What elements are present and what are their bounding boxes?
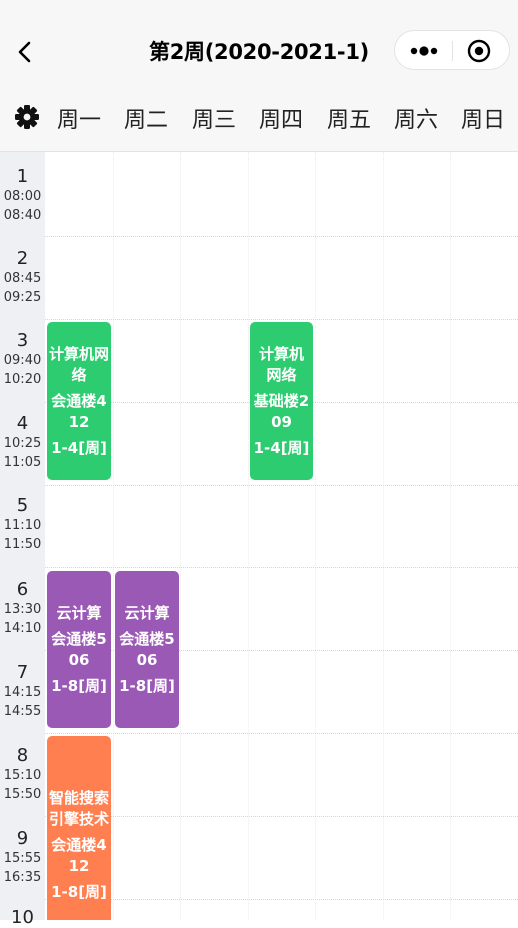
weekday-tue: 周二 — [123, 108, 168, 133]
period-4: 4 10:25 11:05 — [0, 414, 45, 472]
course-card[interactable]: 计算机网络 会通楼412 1-4[周] — [47, 322, 111, 480]
grid-row-line — [45, 567, 518, 568]
period-end: 15:50 — [3, 787, 42, 802]
grid-row-line — [45, 319, 518, 320]
period-end: 09:25 — [3, 290, 42, 305]
period-3: 3 09:40 10:20 — [0, 331, 45, 389]
course-card[interactable]: 云计算 会通楼506 1-8[周] — [47, 571, 111, 728]
grid-column-line — [248, 152, 249, 920]
grid-row-line — [45, 236, 518, 237]
grid-column-line — [180, 152, 181, 920]
course-weeks: 1-8[周] — [119, 677, 175, 695]
weekday-wed: 周三 — [191, 108, 236, 133]
grid-column-line — [450, 152, 451, 920]
period-start: 11:10 — [3, 518, 42, 533]
course-card[interactable]: 计算机网络 基础楼209 1-4[周] — [250, 322, 313, 480]
weekday-fri: 周五 — [326, 108, 371, 133]
course-weeks: 1-4[周] — [253, 439, 310, 457]
period-number: 9 — [16, 828, 29, 849]
period-end: 16:35 — [3, 870, 42, 885]
more-icon[interactable] — [409, 39, 439, 63]
period-number: 7 — [16, 662, 29, 683]
period-end: 11:50 — [3, 537, 42, 552]
grid-column-line — [113, 152, 114, 920]
course-weeks: 1-8[周] — [51, 677, 107, 695]
weekday-mon: 周一 — [56, 108, 101, 133]
capsule-menu — [394, 30, 510, 70]
period-7: 7 14:15 14:55 — [0, 663, 45, 721]
course-card[interactable]: 云计算 会通楼506 1-8[周] — [115, 571, 179, 728]
gear-icon[interactable] — [14, 104, 40, 130]
period-number: 4 — [16, 413, 29, 434]
period-end: 14:55 — [3, 704, 42, 719]
period-number: 1 — [16, 166, 29, 187]
course-room: 会通楼506 — [119, 630, 175, 669]
grid-row-line — [45, 485, 518, 486]
course-name: 计算机网络 — [49, 345, 110, 384]
period-start: 08:45 — [3, 271, 42, 286]
course-weeks: 1-8[周] — [51, 883, 107, 901]
period-end: 10:20 — [3, 372, 42, 387]
weekday-thu: 周四 — [258, 108, 303, 133]
course-weeks: 1-4[周] — [51, 439, 107, 457]
period-9: 9 15:55 16:35 — [0, 829, 45, 887]
weekday-sat: 周六 — [393, 108, 438, 133]
period-end: 08:40 — [3, 208, 42, 223]
period-5: 5 11:10 11:50 — [0, 496, 45, 554]
course-name: 云计算 — [56, 604, 102, 622]
course-room: 会通楼506 — [51, 630, 107, 669]
period-number: 2 — [16, 248, 29, 269]
period-2: 2 08:45 09:25 — [0, 249, 45, 307]
course-name: 计算机网络 — [258, 345, 304, 384]
course-room: 会通楼412 — [51, 836, 107, 875]
period-10: 10 — [0, 908, 45, 928]
grid-row-line — [45, 733, 518, 734]
period-start: 09:40 — [3, 353, 42, 368]
period-end: 14:10 — [3, 621, 42, 636]
grid-row-line — [45, 816, 518, 817]
period-start: 15:55 — [3, 851, 42, 866]
course-room: 基础楼209 — [253, 392, 310, 431]
period-6: 6 13:30 14:10 — [0, 580, 45, 638]
nav-bar: 第2周(2020-2021-1) — [0, 26, 518, 78]
grid-row-line — [45, 899, 518, 900]
capsule-divider — [452, 41, 453, 61]
period-8: 8 15:10 15:50 — [0, 746, 45, 804]
course-card[interactable]: 智能搜索引擎技术 会通楼412 1-8[周] — [47, 736, 111, 920]
period-start: 08:00 — [3, 189, 42, 204]
period-start: 10:25 — [3, 436, 42, 451]
grid-column-line — [315, 152, 316, 920]
period-1: 1 08:00 08:40 — [0, 167, 45, 225]
period-start: 13:30 — [3, 602, 42, 617]
period-number: 3 — [16, 330, 29, 351]
course-name: 智能搜索引擎技术 — [49, 789, 110, 828]
period-number: 6 — [16, 579, 29, 600]
course-room: 会通楼412 — [51, 392, 107, 431]
period-number: 10 — [11, 907, 34, 928]
period-end: 11:05 — [3, 455, 42, 470]
period-start: 15:10 — [3, 768, 42, 783]
grid-column-line — [383, 152, 384, 920]
period-number: 5 — [16, 495, 29, 516]
course-name: 云计算 — [124, 604, 170, 622]
status-bar — [0, 0, 518, 26]
close-miniprogram-icon[interactable] — [467, 39, 491, 63]
period-start: 14:15 — [3, 685, 42, 700]
weekday-sun: 周日 — [460, 108, 505, 133]
period-number: 8 — [16, 745, 29, 766]
weekday-header: 周一 周二 周三 周四 周五 周六 周日 — [0, 78, 518, 152]
